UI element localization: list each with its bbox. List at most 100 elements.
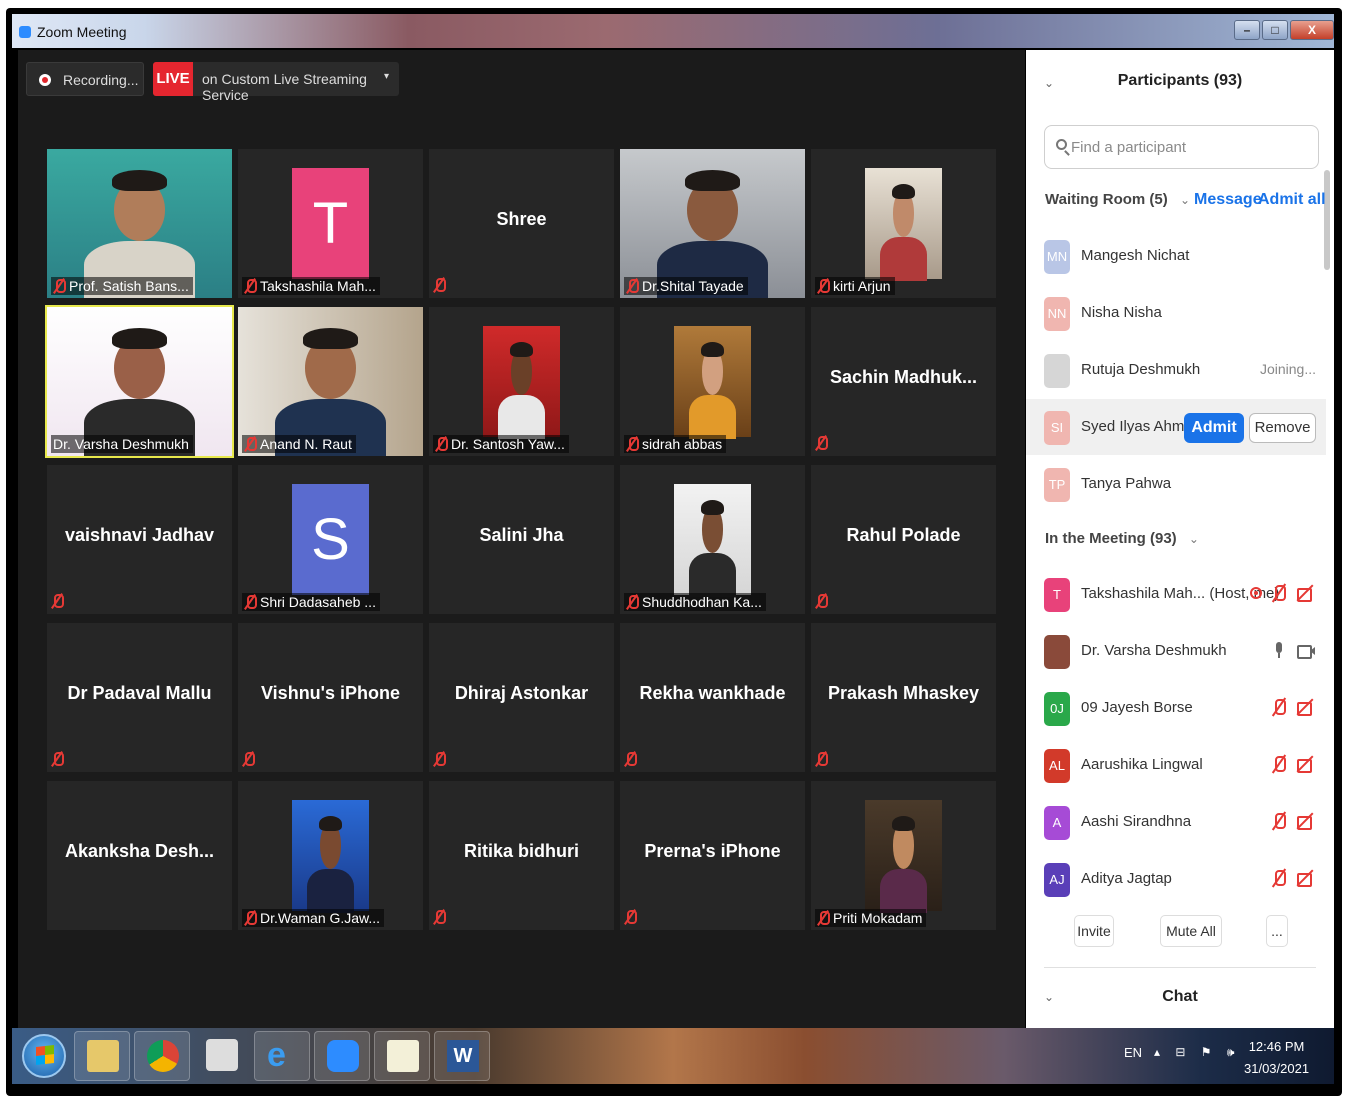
- divider: [1044, 967, 1316, 968]
- meeting-participant-row[interactable]: A Aashi Sirandhna: [1026, 794, 1326, 850]
- notepad-taskbar-button[interactable]: [374, 1031, 430, 1081]
- meeting-participant-row[interactable]: Dr. Varsha Deshmukh: [1026, 623, 1326, 679]
- camera-off-icon[interactable]: [1296, 812, 1314, 830]
- file-explorer-taskbar-button[interactable]: [74, 1031, 130, 1081]
- zoom-taskbar-button[interactable]: [314, 1031, 370, 1081]
- video-tile[interactable]: Dr. Santosh Yaw...: [429, 307, 614, 456]
- recording-indicator[interactable]: Recording...: [26, 62, 144, 96]
- mic-muted-icon[interactable]: [1270, 584, 1288, 602]
- participant-label: Shri Dadasaheb ...: [242, 593, 380, 611]
- waiting-room-header[interactable]: Waiting Room (5) ⌄: [1045, 191, 1190, 208]
- video-tile[interactable]: Akanksha Desh...: [47, 781, 232, 930]
- mic-muted-icon[interactable]: [1270, 755, 1288, 773]
- mic-muted-icon: [624, 909, 637, 925]
- video-tile[interactable]: kirti Arjun: [811, 149, 996, 298]
- internet-explorer-icon: e: [267, 1036, 286, 1074]
- chevron-down-icon: ▾: [384, 71, 390, 82]
- in-meeting-header[interactable]: In the Meeting (93) ⌄: [1045, 530, 1199, 547]
- participant-label: Prof. Satish Bans...: [51, 277, 193, 295]
- app-taskbar-button[interactable]: [194, 1031, 250, 1081]
- video-tile[interactable]: Prerna's iPhone: [620, 781, 805, 930]
- waiting-room-row[interactable]: Rutuja Deshmukh Joining...: [1026, 342, 1326, 398]
- mic-muted-icon: [815, 593, 828, 609]
- video-tile[interactable]: Rekha wankhade: [620, 623, 805, 772]
- video-tile[interactable]: Dr.Shital Tayade: [620, 149, 805, 298]
- waiting-room-row[interactable]: TP Tanya Pahwa: [1026, 456, 1326, 512]
- meeting-participant-row[interactable]: AL Aarushika Lingwal: [1026, 737, 1326, 793]
- participant-label: Takshashila Mah...: [242, 277, 380, 295]
- camera-icon[interactable]: [1296, 641, 1315, 659]
- video-tile[interactable]: Prakash Mhaskey: [811, 623, 996, 772]
- participant-name: Anand N. Raut: [260, 436, 352, 452]
- admit-all-link[interactable]: Admit all: [1258, 191, 1326, 209]
- video-tile[interactable]: sidrah abbas: [620, 307, 805, 456]
- participant-label: kirti Arjun: [815, 277, 895, 295]
- meeting-participant-row[interactable]: 0J 09 Jayesh Borse: [1026, 680, 1326, 736]
- video-tile[interactable]: Dhiraj Astonkar: [429, 623, 614, 772]
- meeting-participant-row[interactable]: T Takshashila Mah... (Host, me): [1026, 566, 1326, 622]
- window-title-bar: Zoom Meeting – □ X: [12, 14, 1334, 48]
- camera-off-icon[interactable]: [1296, 584, 1314, 602]
- participant-name: 09 Jayesh Borse: [1081, 699, 1193, 716]
- camera-off-icon[interactable]: [1296, 698, 1314, 716]
- word-taskbar-button[interactable]: W: [434, 1031, 490, 1081]
- avatar: 0J: [1044, 692, 1070, 726]
- zoom-app-icon: [19, 26, 31, 38]
- meeting-participant-row[interactable]: AJ Aditya Jagtap: [1026, 851, 1326, 907]
- avatar: MN: [1044, 240, 1070, 274]
- mic-muted-icon[interactable]: [1270, 869, 1288, 887]
- mic-muted-icon[interactable]: [1270, 812, 1288, 830]
- remove-button[interactable]: Remove: [1249, 413, 1316, 443]
- waiting-room-row[interactable]: NN Nisha Nisha: [1026, 285, 1326, 341]
- chat-section-title[interactable]: Chat: [1026, 988, 1334, 1006]
- start-button[interactable]: [22, 1034, 66, 1078]
- video-tile[interactable]: Dr. Varsha Deshmukh: [45, 305, 234, 458]
- invite-button[interactable]: Invite: [1074, 915, 1114, 947]
- mic-muted-icon: [433, 277, 446, 293]
- admit-button[interactable]: Admit: [1184, 413, 1244, 443]
- video-tile[interactable]: Ritika bidhuri: [429, 781, 614, 930]
- microphone-icon[interactable]: [1270, 641, 1288, 659]
- video-tile[interactable]: vaishnavi Jadhav: [47, 465, 232, 614]
- language-indicator[interactable]: EN: [1124, 1045, 1142, 1060]
- participant-name: Mangesh Nichat: [1081, 247, 1190, 264]
- window-title: Zoom Meeting: [37, 24, 127, 40]
- participant-status-icons: [1270, 869, 1314, 887]
- more-button[interactable]: ...: [1266, 915, 1288, 947]
- message-link[interactable]: Message: [1194, 191, 1262, 209]
- waiting-room-row[interactable]: MN Mangesh Nichat: [1026, 228, 1326, 284]
- video-tile[interactable]: S Shri Dadasaheb ...: [238, 465, 423, 614]
- record-icon: [39, 74, 51, 86]
- participant-search[interactable]: [1044, 125, 1319, 169]
- video-tile[interactable]: Shree: [429, 149, 614, 298]
- search-input[interactable]: [1071, 136, 1311, 158]
- video-tile[interactable]: Shuddhodhan Ka...: [620, 465, 805, 614]
- internet-explorer-taskbar-button[interactable]: e: [254, 1031, 310, 1081]
- video-tile[interactable]: Sachin Madhuk...: [811, 307, 996, 456]
- mute-all-button[interactable]: Mute All: [1160, 915, 1222, 947]
- mic-muted-icon[interactable]: [1270, 698, 1288, 716]
- video-tile[interactable]: Priti Mokadam: [811, 781, 996, 930]
- close-button[interactable]: X: [1290, 20, 1334, 40]
- video-tile[interactable]: T Takshashila Mah...: [238, 149, 423, 298]
- taskbar-clock[interactable]: 12:46 PM 31/03/2021: [1244, 1036, 1309, 1080]
- recording-label: Recording...: [63, 72, 139, 88]
- video-tile[interactable]: Dr Padaval Mallu: [47, 623, 232, 772]
- camera-off-icon[interactable]: [1296, 869, 1314, 887]
- camera-off-icon[interactable]: [1296, 755, 1314, 773]
- waiting-room-row[interactable]: SI Syed Ilyas Ahmed Admit Remove: [1026, 399, 1326, 455]
- participants-header: ⌄ Participants (93): [1026, 50, 1334, 112]
- participant-name: Aashi Sirandhna: [1081, 813, 1192, 830]
- system-tray-icons[interactable]: ▴ ⊟ ⚑ 🕪: [1154, 1045, 1240, 1060]
- video-tile[interactable]: Salini Jha: [429, 465, 614, 614]
- video-tile[interactable]: Dr.Waman G.Jaw...: [238, 781, 423, 930]
- participant-name: Vishnu's iPhone: [261, 683, 400, 703]
- video-tile[interactable]: Prof. Satish Bans...: [47, 149, 232, 298]
- minimize-button[interactable]: –: [1234, 20, 1260, 40]
- maximize-button[interactable]: □: [1262, 20, 1288, 40]
- video-tile[interactable]: Vishnu's iPhone: [238, 623, 423, 772]
- video-tile[interactable]: Anand N. Raut: [238, 307, 423, 456]
- chrome-taskbar-button[interactable]: [134, 1031, 190, 1081]
- video-tile[interactable]: Rahul Polade: [811, 465, 996, 614]
- live-stream-dropdown[interactable]: LIVE on Custom Live Streaming Service ▾: [153, 62, 399, 103]
